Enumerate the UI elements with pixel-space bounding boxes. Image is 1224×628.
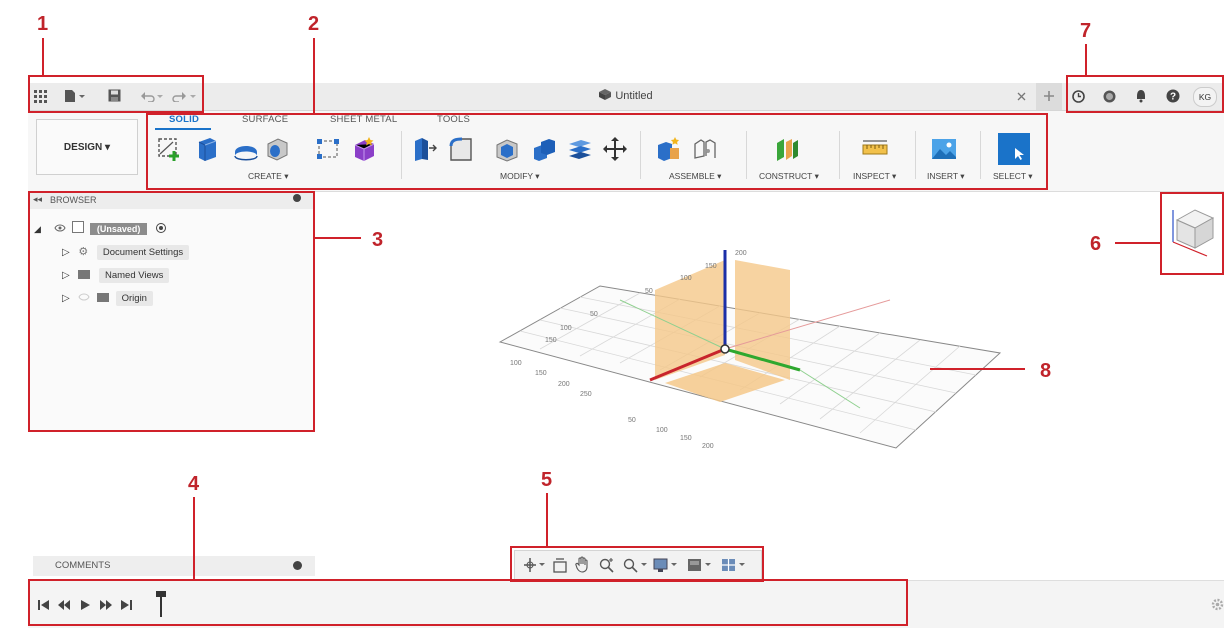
grid-label: 150 <box>705 263 717 270</box>
grid-label: 150 <box>535 370 547 377</box>
callout-box-quick-access <box>28 75 204 113</box>
leader-line-4 <box>193 497 195 579</box>
callout-box-timeline <box>28 579 908 626</box>
callout-number-4: 4 <box>188 473 200 495</box>
leader-line-6 <box>1115 242 1160 244</box>
callout-number-6: 6 <box>1090 233 1102 255</box>
yz-plane <box>735 260 790 380</box>
grid-label: 50 <box>628 417 636 424</box>
application-bar: Untitled ? KG <box>28 83 1224 111</box>
comments-panel[interactable]: COMMENTS <box>33 556 315 576</box>
new-tab-area[interactable] <box>1036 83 1062 110</box>
grid-label: 150 <box>545 337 557 344</box>
plus-icon <box>1044 91 1054 101</box>
leader-line-7 <box>1085 44 1087 75</box>
grid-label: 200 <box>702 443 714 450</box>
callout-number-5: 5 <box>541 469 553 491</box>
callout-number-7: 7 <box>1080 20 1092 42</box>
callout-box-browser <box>28 191 315 432</box>
callout-box-toolbar <box>146 113 1048 190</box>
document-title: Untitled <box>615 90 653 102</box>
origin-point[interactable] <box>720 344 730 354</box>
comments-label: COMMENTS <box>55 560 111 571</box>
leader-line-1 <box>42 38 44 75</box>
callout-number-8: 8 <box>1040 360 1052 382</box>
close-icon[interactable] <box>1017 92 1026 101</box>
callout-box-profile-help <box>1066 75 1224 113</box>
leader-line-2 <box>313 38 315 113</box>
canvas-3d-grid[interactable]: 100 150 200 250 100 150 50 50 100 150 20… <box>480 240 1020 460</box>
component-icon <box>599 89 612 100</box>
leader-line-5 <box>546 493 548 546</box>
timeline-settings-gear-icon[interactable] <box>1211 598 1224 611</box>
leader-line-8 <box>930 368 1025 370</box>
grid-label: 100 <box>560 325 572 332</box>
grid-label: 150 <box>680 435 692 442</box>
workspace-switcher-button[interactable]: DESIGN ▾ <box>36 119 138 175</box>
grid-label: 200 <box>735 250 747 257</box>
callout-box-navigation-bar <box>510 546 764 582</box>
grid-label: 100 <box>656 427 668 434</box>
grid-label: 50 <box>645 288 653 295</box>
comments-add-icon[interactable] <box>293 561 302 570</box>
callout-number-2: 2 <box>308 13 320 35</box>
grid-label: 250 <box>580 391 592 398</box>
callout-number-3: 3 <box>372 229 384 251</box>
callout-box-viewcube <box>1160 192 1224 275</box>
grid-label: 100 <box>680 275 692 282</box>
callout-number-1: 1 <box>37 13 49 35</box>
grid-label: 200 <box>558 381 570 388</box>
leader-line-3 <box>315 237 361 239</box>
grid-label: 50 <box>590 311 598 318</box>
grid-label: 100 <box>510 360 522 367</box>
